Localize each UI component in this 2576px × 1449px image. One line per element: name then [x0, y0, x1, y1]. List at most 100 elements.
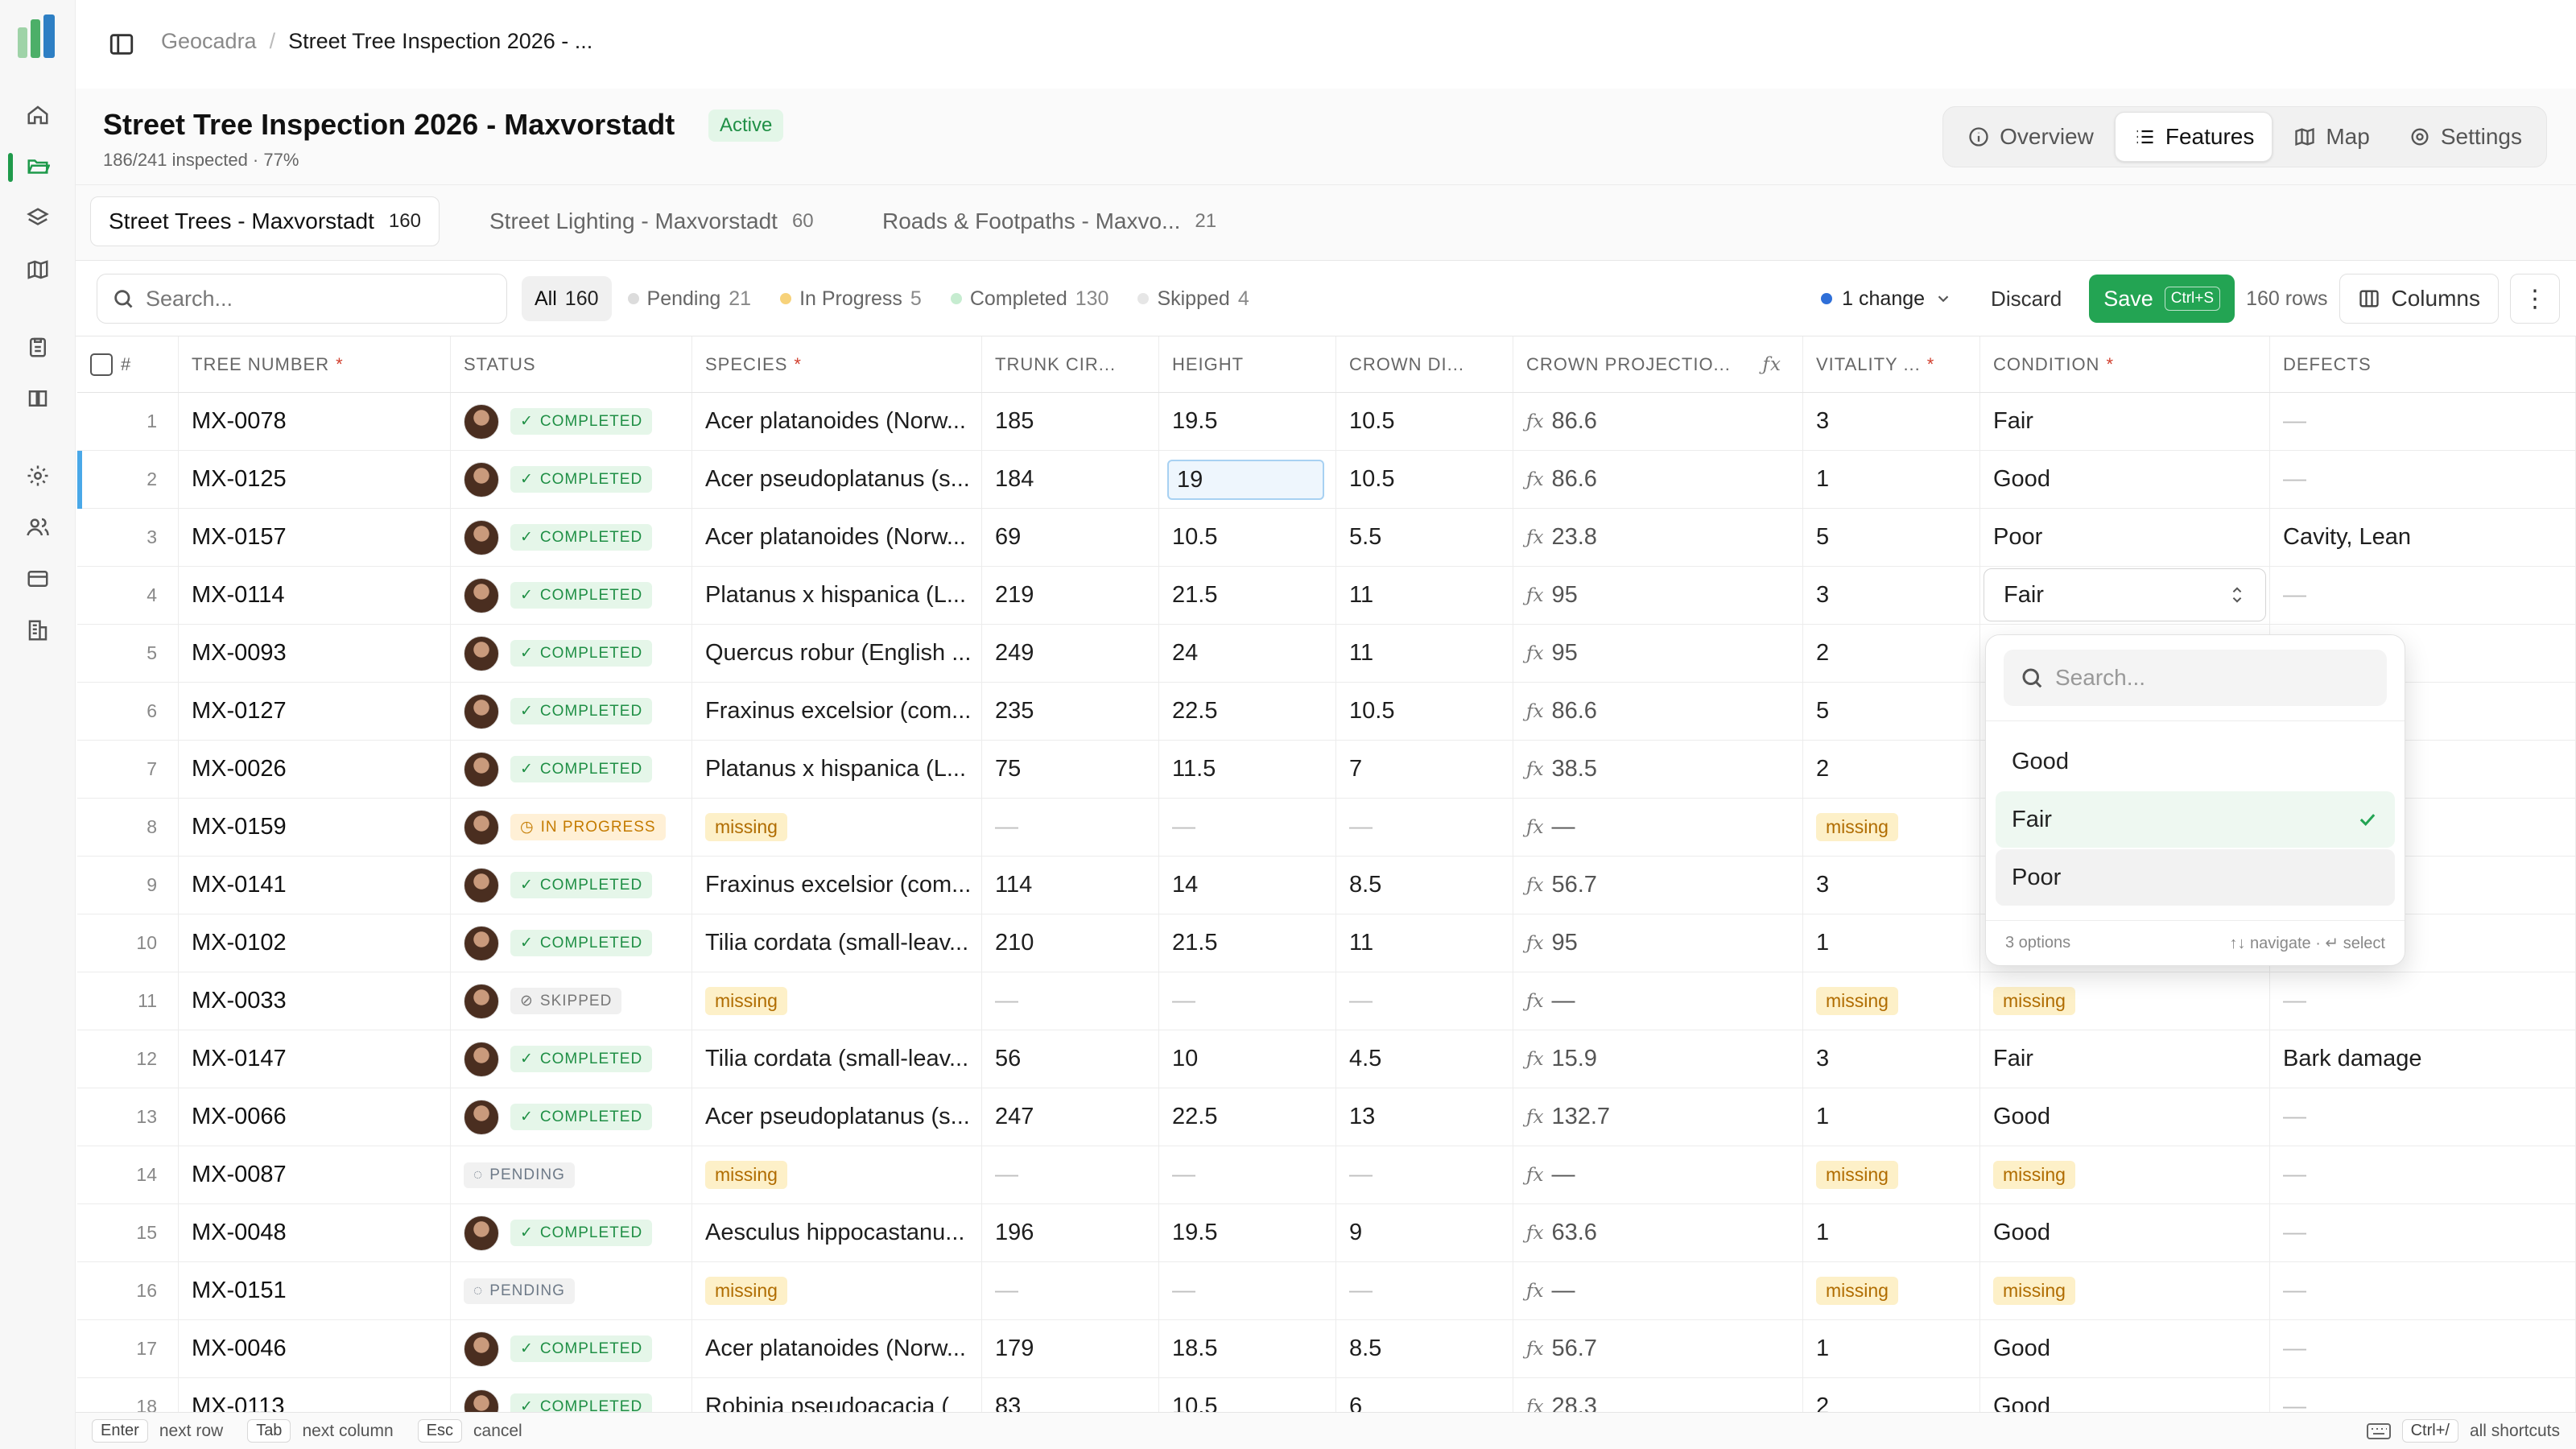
condition-cell[interactable]: Good: [1980, 1088, 2270, 1146]
map-icon[interactable]: [21, 253, 55, 287]
cell-editor-input[interactable]: 19: [1167, 460, 1324, 500]
crown-projection-cell[interactable]: ƒx 38.5: [1513, 741, 1803, 798]
tree-number-cell[interactable]: MX-0151: [179, 1262, 451, 1319]
users-icon[interactable]: [21, 510, 55, 544]
crown-diameter-cell[interactable]: 10.5: [1336, 393, 1513, 450]
trunk-cell[interactable]: 235: [982, 683, 1159, 740]
height-cell[interactable]: 19.5: [1159, 1204, 1336, 1261]
tree-number-cell[interactable]: MX-0026: [179, 741, 451, 798]
breadcrumb-root[interactable]: Geocadra: [161, 29, 257, 54]
more-options-button[interactable]: ⋮: [2510, 274, 2560, 324]
crown-projection-cell[interactable]: ƒx 23.8: [1513, 509, 1803, 566]
defects-cell[interactable]: —: [2270, 567, 2576, 624]
species-cell[interactable]: Acer pseudoplatanus (s...: [692, 1088, 982, 1146]
height-cell[interactable]: 10: [1159, 1030, 1336, 1088]
sidebar-toggle-icon[interactable]: [108, 31, 135, 58]
tree-number-cell[interactable]: MX-0114: [179, 567, 451, 624]
height-cell[interactable]: 24: [1159, 625, 1336, 682]
tree-number-cell[interactable]: MX-0102: [179, 914, 451, 972]
defects-cell[interactable]: —: [2270, 1378, 2576, 1412]
tree-number-cell[interactable]: MX-0046: [179, 1320, 451, 1377]
height-cell[interactable]: 22.5: [1159, 683, 1336, 740]
select-all-checkbox[interactable]: [90, 353, 113, 376]
crown-diameter-cell[interactable]: —: [1336, 799, 1513, 856]
tree-number-cell[interactable]: MX-0127: [179, 683, 451, 740]
save-button[interactable]: Save Ctrl+S: [2089, 275, 2235, 323]
tree-number-cell[interactable]: MX-0033: [179, 972, 451, 1030]
table-row[interactable]: 16 MX-0151 ◌ PENDING missing — — — ƒx — missing mis…: [77, 1262, 2576, 1320]
column-header-condition[interactable]: CONDITION *: [1980, 336, 2270, 392]
species-cell[interactable]: Platanus x hispanica (L...: [692, 567, 982, 624]
height-cell[interactable]: 19.5: [1159, 393, 1336, 450]
table-row[interactable]: 2 MX-0125 ✓ COMPLETED Acer pseudoplatanus (s…: [77, 451, 2576, 509]
crown-projection-cell[interactable]: ƒx 86.6: [1513, 451, 1803, 508]
status-cell[interactable]: ⊘ SKIPPED: [451, 972, 692, 1030]
vitality-cell[interactable]: 3: [1803, 857, 1980, 914]
trunk-cell[interactable]: 114: [982, 857, 1159, 914]
filter-in-progress[interactable]: In Progress 5: [767, 276, 935, 321]
tree-number-cell[interactable]: MX-0157: [179, 509, 451, 566]
crown-diameter-cell[interactable]: 10.5: [1336, 451, 1513, 508]
search-input[interactable]: [146, 286, 468, 312]
changes-indicator[interactable]: 1 change: [1810, 287, 1963, 311]
discard-button[interactable]: Discard: [1975, 275, 2078, 322]
height-cell[interactable]: 10.5: [1159, 1378, 1336, 1412]
vitality-cell[interactable]: 1: [1803, 1204, 1980, 1261]
species-cell[interactable]: missing: [692, 1146, 982, 1203]
species-cell[interactable]: Aesculus hippocastanu...: [692, 1204, 982, 1261]
crown-projection-cell[interactable]: ƒx 86.6: [1513, 393, 1803, 450]
crown-diameter-cell[interactable]: 11: [1336, 567, 1513, 624]
species-cell[interactable]: Quercus robur (English ...: [692, 625, 982, 682]
gear-icon[interactable]: [21, 459, 55, 493]
vitality-cell[interactable]: missing: [1803, 1262, 1980, 1319]
crown-diameter-cell[interactable]: —: [1336, 1262, 1513, 1319]
trunk-cell[interactable]: 249: [982, 625, 1159, 682]
defects-cell[interactable]: —: [2270, 451, 2576, 508]
vitality-cell[interactable]: 3: [1803, 567, 1980, 624]
tab-features[interactable]: Features: [2114, 112, 2273, 162]
status-cell[interactable]: ✓ COMPLETED: [451, 567, 692, 624]
columns-button[interactable]: Columns: [2339, 274, 2499, 324]
column-header-height[interactable]: HEIGHT: [1159, 336, 1336, 392]
app-logo[interactable]: [14, 13, 60, 61]
species-cell[interactable]: Fraxinus excelsior (com...: [692, 857, 982, 914]
trunk-cell[interactable]: 210: [982, 914, 1159, 972]
species-cell[interactable]: Acer platanoides (Norw...: [692, 1320, 982, 1377]
trunk-cell[interactable]: 75: [982, 741, 1159, 798]
height-cell[interactable]: —: [1159, 1262, 1336, 1319]
status-cell[interactable]: ✓ COMPLETED: [451, 509, 692, 566]
option-poor[interactable]: Poor: [1996, 849, 2395, 906]
vitality-cell[interactable]: 3: [1803, 1030, 1980, 1088]
crown-projection-cell[interactable]: ƒx 15.9: [1513, 1030, 1803, 1088]
species-cell[interactable]: missing: [692, 972, 982, 1030]
status-cell[interactable]: ✓ COMPLETED: [451, 1030, 692, 1088]
layer-tab-street-trees[interactable]: Street Trees - Maxvorstadt 160: [90, 196, 440, 246]
defects-cell[interactable]: —: [2270, 1146, 2576, 1203]
crown-projection-cell[interactable]: ƒx 28.3: [1513, 1378, 1803, 1412]
folder-open-icon[interactable]: [21, 150, 55, 184]
species-cell[interactable]: missing: [692, 1262, 982, 1319]
table-row[interactable]: 11 MX-0033 ⊘ SKIPPED missing — — — ƒx — missing mis…: [77, 972, 2576, 1030]
crown-diameter-cell[interactable]: 4.5: [1336, 1030, 1513, 1088]
defects-cell[interactable]: Cavity, Lean: [2270, 509, 2576, 566]
species-cell[interactable]: Tilia cordata (small-leav...: [692, 914, 982, 972]
tree-number-cell[interactable]: MX-0066: [179, 1088, 451, 1146]
height-cell[interactable]: 14: [1159, 857, 1336, 914]
height-cell[interactable]: —: [1159, 799, 1336, 856]
crown-projection-cell[interactable]: ƒx 132.7: [1513, 1088, 1803, 1146]
tree-number-cell[interactable]: MX-0087: [179, 1146, 451, 1203]
trunk-cell[interactable]: 196: [982, 1204, 1159, 1261]
crown-projection-cell[interactable]: ƒx 86.6: [1513, 683, 1803, 740]
trunk-cell[interactable]: —: [982, 1262, 1159, 1319]
tab-overview[interactable]: Overview: [1950, 112, 2112, 162]
vitality-cell[interactable]: missing: [1803, 972, 1980, 1030]
condition-cell[interactable]: Poor: [1980, 509, 2270, 566]
column-header-crown-projection[interactable]: CROWN PROJECTIO... ƒx: [1513, 336, 1803, 392]
crown-diameter-cell[interactable]: 8.5: [1336, 1320, 1513, 1377]
vitality-cell[interactable]: 5: [1803, 683, 1980, 740]
tab-map[interactable]: Map: [2276, 112, 2387, 162]
crown-projection-cell[interactable]: ƒx 95: [1513, 567, 1803, 624]
shortcuts-hint[interactable]: Ctrl+/ all shortcuts: [2366, 1419, 2560, 1443]
vitality-cell[interactable]: 5: [1803, 509, 1980, 566]
layer-tab-roads-footpaths[interactable]: Roads & Footpaths - Maxvo... 21: [865, 196, 1234, 246]
